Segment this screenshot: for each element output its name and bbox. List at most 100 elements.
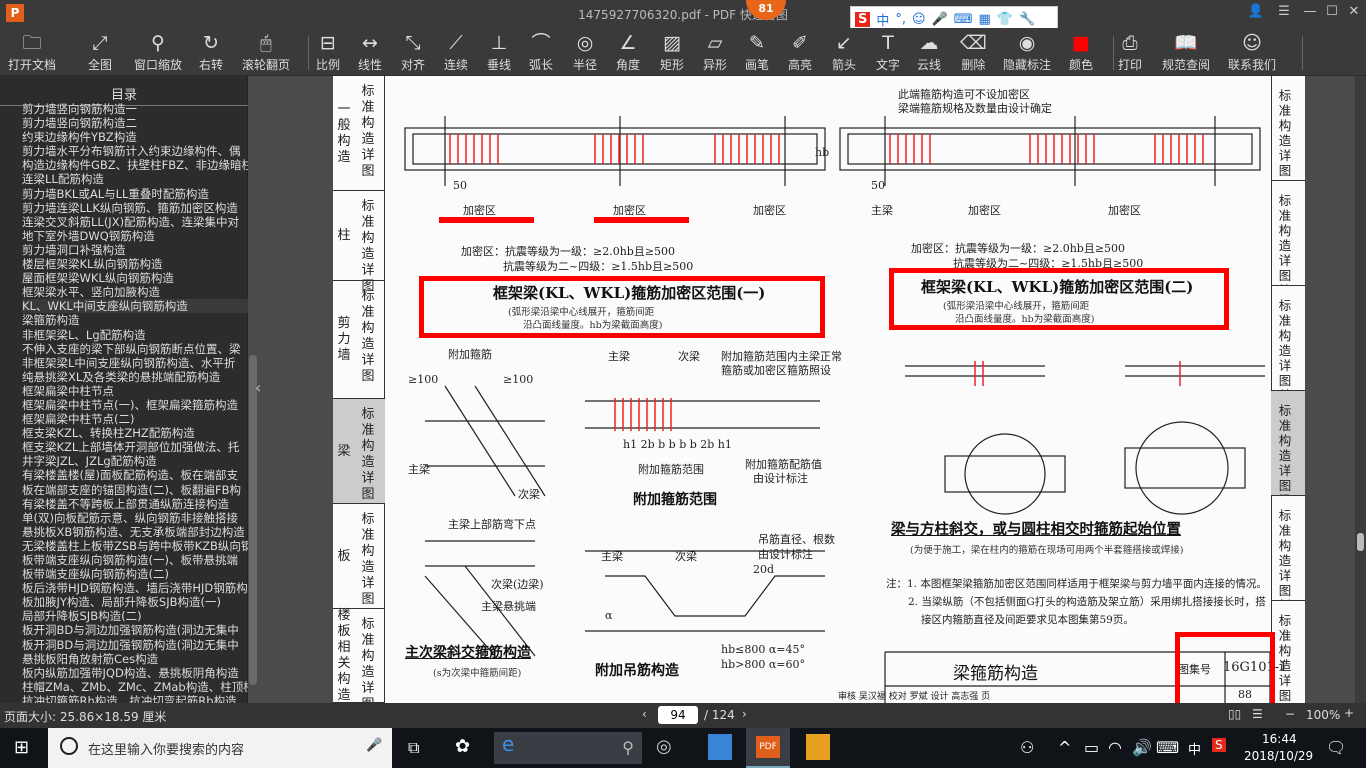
toc-item[interactable]: 板开洞BD与洞边加强钢筋构造(洞边无集中: [22, 623, 248, 637]
wrench-icon[interactable]: 🔧: [1019, 12, 1035, 27]
annotation-underline-1[interactable]: [439, 217, 534, 223]
toc-item[interactable]: 剪力墙BKL或AL与LL重叠时配筋构造: [22, 187, 248, 201]
toc-item[interactable]: 无梁楼盖柱上板带ZSB与跨中板带KZB纵向钢: [22, 539, 248, 553]
toc-item[interactable]: 不伸入支座的梁下部纵向钢筋断点位置、梁: [22, 342, 248, 356]
toc-item[interactable]: 剪力墙竖向钢筋构造二: [22, 116, 248, 130]
toc-item[interactable]: 板加腋JY构造、局部升降板SJB构造(一): [22, 595, 248, 609]
single-page-view-icon[interactable]: ☰: [1252, 707, 1263, 721]
ime-mode[interactable]: 中: [876, 10, 889, 29]
toolbar-zoom-button[interactable]: ⚲ 窗口缩放: [134, 30, 182, 74]
toc-item[interactable]: 非框架梁L、Lg配筋构造: [22, 328, 248, 342]
toc-item[interactable]: 板带端支座纵向钢筋构造(一)、板带悬挑端: [22, 553, 248, 567]
toc-item[interactable]: 井字梁JZL、JZLg配筋构造: [22, 454, 248, 468]
toc-item[interactable]: 构造边缘构件GBZ、扶壁柱FBZ、非边缘暗柱: [22, 158, 248, 172]
toc-item[interactable]: 柱帽ZMa、ZMb、ZMc、ZMab构造、柱顶柱帽: [22, 680, 248, 694]
task-view-icon[interactable]: ⧉: [408, 738, 419, 758]
close-button[interactable]: ✕: [1344, 4, 1364, 24]
annotation-rect-1[interactable]: [419, 276, 825, 338]
mic-icon[interactable]: 🎤: [932, 12, 948, 27]
page-scrollbar-thumb[interactable]: [1357, 533, 1364, 551]
toolbar-arc-button[interactable]: ⌒ 弧长: [529, 30, 553, 74]
toc-item[interactable]: 非框架梁L中间支座纵向钢筋构造、水平折: [22, 356, 248, 370]
toc-item[interactable]: 有梁楼盖楼(屋)面板配筋构造、板在端部支: [22, 468, 248, 482]
annotation-rect-2[interactable]: [889, 268, 1229, 330]
toc-item[interactable]: 约束边缘构件YBZ构造: [22, 130, 248, 144]
zoom-in-button[interactable]: +: [1344, 706, 1354, 720]
keyboard-icon[interactable]: ⌨: [954, 12, 973, 27]
toc-item[interactable]: 有梁楼盖不等跨板上部贯通纵筋连接构造: [22, 497, 248, 511]
toolbar-scale-button[interactable]: ⊟ 比例: [316, 30, 340, 74]
minimize-button[interactable]: —: [1300, 4, 1320, 24]
toc-item[interactable]: 局部升降板SJB构造(二): [22, 609, 248, 623]
browser-icon[interactable]: ◎: [656, 736, 672, 757]
mic-icon[interactable]: 🎤: [366, 738, 382, 753]
toc-item[interactable]: 板在端部支座的锚固构造(二)、板翻遍FB构: [22, 483, 248, 497]
toc-item[interactable]: 单(双)向板配筋示意、纵向钢筋非接触搭接: [22, 511, 248, 525]
toc-item[interactable]: 悬挑板XB钢筋构造、无支承板端部封边构造: [22, 525, 248, 539]
emoji-icon[interactable]: ☺: [912, 12, 926, 27]
people-icon[interactable]: ⚇: [1020, 738, 1034, 757]
pinwheel-app-icon[interactable]: ✿: [455, 736, 470, 757]
toc-item[interactable]: 板后浇带HJD钢筋构造、墙后浇带HJD钢筋构: [22, 581, 248, 595]
toc-item[interactable]: 梁箍筋构造: [22, 313, 248, 327]
toolbar-cloud-button[interactable]: ☁ 云线: [917, 30, 941, 74]
keyboard-icon[interactable]: ⌨: [1156, 738, 1179, 757]
tray-chevron-icon[interactable]: ^: [1058, 738, 1071, 757]
battery-icon[interactable]: ▭: [1084, 738, 1099, 757]
page-number-input[interactable]: 94: [658, 706, 698, 724]
toolbar-book-button[interactable]: 📖 规范查阅: [1162, 30, 1210, 74]
toc-item[interactable]: 框支梁KZL上部墙体开洞部位加强做法、托: [22, 440, 248, 454]
prev-page-button[interactable]: ‹: [642, 707, 647, 721]
toolbar-continuous-button[interactable]: ⟋ 连续: [444, 30, 468, 74]
browser-address[interactable]: e ⚲: [494, 732, 642, 764]
annotation-rect-3[interactable]: [1175, 632, 1275, 703]
wifi-icon[interactable]: ◠: [1108, 738, 1122, 757]
toolbar-eraser-button[interactable]: ⌫ 删除: [960, 30, 987, 74]
toolbar-fit-button[interactable]: ⤢ 全图: [88, 30, 112, 74]
notifications-icon[interactable]: 🗨: [1326, 738, 1346, 757]
collapse-sidebar-icon[interactable]: ‹: [255, 378, 261, 397]
toolbar-align-button[interactable]: ⤡ 对齐: [401, 30, 425, 74]
user-icon[interactable]: 👤: [1246, 4, 1266, 24]
toolbar-linear-button[interactable]: ↔ 线性: [358, 30, 382, 74]
toolbar-rectangle-button[interactable]: ▨ 矩形: [660, 30, 684, 74]
annotation-underline-2[interactable]: [594, 217, 689, 223]
toc-item[interactable]: KL、WKL中间支座纵向钢筋构造: [22, 299, 248, 314]
clock-date[interactable]: 2018/10/29: [1244, 749, 1313, 763]
windows-start-icon[interactable]: ⊞: [14, 737, 29, 758]
toc-item[interactable]: 剪力墙连梁LLK纵向钢筋、箍筋加密区构造: [22, 201, 248, 215]
toolbar-contact-button[interactable]: ☺ 联系我们: [1228, 30, 1276, 74]
toolbar-perpendicular-button[interactable]: ⊥ 垂线: [487, 30, 511, 74]
toc-item[interactable]: 板开洞BD与洞边加强钢筋构造(洞边无集中: [22, 638, 248, 652]
toolbar-shape-button[interactable]: ▱ 异形: [703, 30, 727, 74]
maximize-button[interactable]: ☐: [1322, 4, 1342, 24]
toolbar-rotate-button[interactable]: ↻ 右转: [199, 30, 223, 74]
sogou-tray-icon[interactable]: S: [1212, 738, 1226, 752]
taskbar-search[interactable]: 在这里输入你要搜索的内容 🎤: [48, 728, 392, 768]
app-icon[interactable]: [708, 734, 732, 760]
toolbar-print-button[interactable]: ⎙ 打印: [1118, 30, 1142, 74]
toolbar-arrow-button[interactable]: ↙ 箭头: [832, 30, 856, 74]
toc-item[interactable]: 板带端支座纵向钢筋构造(二): [22, 567, 248, 581]
toc-item[interactable]: 框架梁水平、竖向加腋构造: [22, 285, 248, 299]
menu-icon[interactable]: ☰: [1274, 4, 1294, 24]
page-scrollbar[interactable]: [1355, 76, 1366, 703]
ime-punct[interactable]: °,: [895, 12, 906, 27]
toolbar-mouse-button[interactable]: 🖱 滚轮翻页: [242, 30, 290, 74]
toolbar-color-button[interactable]: ■ 颜色: [1069, 30, 1093, 74]
zoom-out-button[interactable]: −: [1285, 707, 1295, 721]
toolbar-angle-button[interactable]: ∠ 角度: [616, 30, 640, 74]
shirt-icon[interactable]: 👕: [997, 12, 1013, 27]
toc-item[interactable]: 框架扁梁中柱节点(一)、框架扁梁箍筋构造: [22, 398, 248, 412]
toc-item[interactable]: 屋面框架梁WKL纵向钢筋构造: [22, 271, 248, 285]
two-page-view-icon[interactable]: ▯▯: [1228, 707, 1241, 721]
toc-item[interactable]: 连梁交叉斜筋LL(JX)配筋构造、连梁集中对: [22, 215, 248, 229]
toolbar-folder-button[interactable]: 🗀 打开文档: [8, 30, 56, 74]
toc-item[interactable]: 剪力墙水平分布钢筋计入约束边缘构件、偶: [22, 144, 248, 158]
toc-item[interactable]: 纯悬挑梁XL及各类梁的悬挑端配筋构造: [22, 370, 248, 384]
toc-item[interactable]: 地下室外墙DWQ钢筋构造: [22, 229, 248, 243]
toc-item[interactable]: 剪力墙竖向钢筋构造一: [22, 102, 248, 116]
notes-app-icon[interactable]: [806, 734, 830, 760]
pdf-app-taskbar[interactable]: PDF: [746, 728, 790, 768]
grid-icon[interactable]: ▦: [979, 12, 991, 27]
